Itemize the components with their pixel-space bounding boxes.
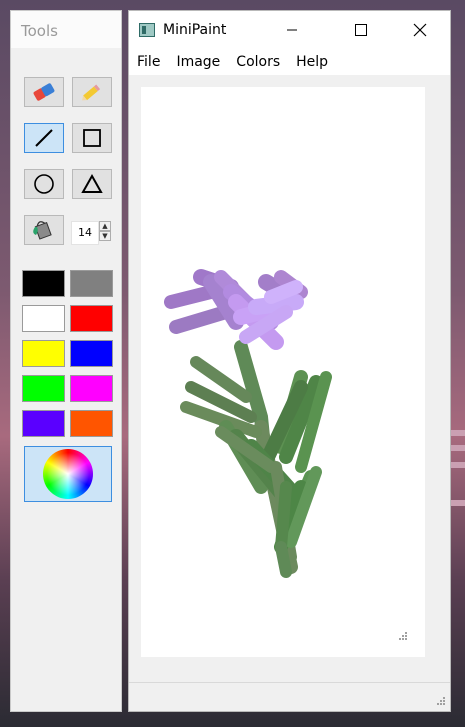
ellipse-icon [34,174,54,194]
status-bar [129,682,450,711]
line-icon [35,129,53,147]
app-icon [139,23,155,37]
color-swatch-white[interactable] [22,305,65,332]
menu-image[interactable]: Image [168,54,228,70]
line-tool-button[interactable] [24,123,64,153]
pencil-tool-button[interactable] [72,77,112,107]
tools-window: Tools 14 ▲ ▼ [10,10,122,712]
eraser-tool-button[interactable] [24,77,64,107]
minimize-button[interactable] [269,11,315,49]
rectangle-tool-button[interactable] [72,123,112,153]
minimize-icon [287,29,297,31]
chevron-down-icon: ▼ [102,232,108,240]
color-wheel-icon [43,449,93,499]
drawing-canvas[interactable] [141,87,425,657]
color-swatch-magenta[interactable] [70,375,113,402]
color-swatch-gray[interactable] [70,270,113,297]
menu-file[interactable]: File [129,54,168,70]
triangle-tool-button[interactable] [72,169,112,199]
rectangle-icon [83,129,101,147]
color-picker-button[interactable] [24,446,112,502]
brush-size-up-button[interactable]: ▲ [99,221,111,231]
pencil-icon [82,84,101,101]
eraser-icon [33,83,55,101]
brush-size-down-button[interactable]: ▼ [99,231,111,241]
paint-bucket-icon [33,221,52,240]
color-swatch-blue[interactable] [70,340,113,367]
ellipse-tool-button[interactable] [24,169,64,199]
canvas-scroll-area [129,75,450,683]
window-resize-grip[interactable] [437,697,447,707]
maximize-icon [355,24,367,36]
flower-drawing [164,269,332,578]
maximize-button[interactable] [338,11,384,49]
title-bar[interactable]: MiniPaint [129,11,450,49]
close-button[interactable] [397,11,443,49]
color-swatch-red[interactable] [70,305,113,332]
color-swatch-orange[interactable] [70,410,113,437]
color-swatch-violet[interactable] [22,410,65,437]
window-title: MiniPaint [163,22,227,38]
canvas-resize-grip[interactable] [399,632,409,642]
color-swatch-green[interactable] [22,375,65,402]
triangle-icon [81,173,103,193]
color-swatch-yellow[interactable] [22,340,65,367]
fill-tool-button[interactable] [24,215,64,245]
brush-size-input[interactable]: 14 [71,221,99,245]
tools-window-title: Tools [11,11,121,48]
menu-help[interactable]: Help [288,54,336,70]
color-swatch-black[interactable] [22,270,65,297]
chevron-up-icon: ▲ [102,222,108,230]
close-icon [413,23,427,37]
main-window: MiniPaint File Image Colors Help [128,10,451,712]
menu-colors[interactable]: Colors [228,54,288,70]
menu-bar: File Image Colors Help [129,49,450,76]
